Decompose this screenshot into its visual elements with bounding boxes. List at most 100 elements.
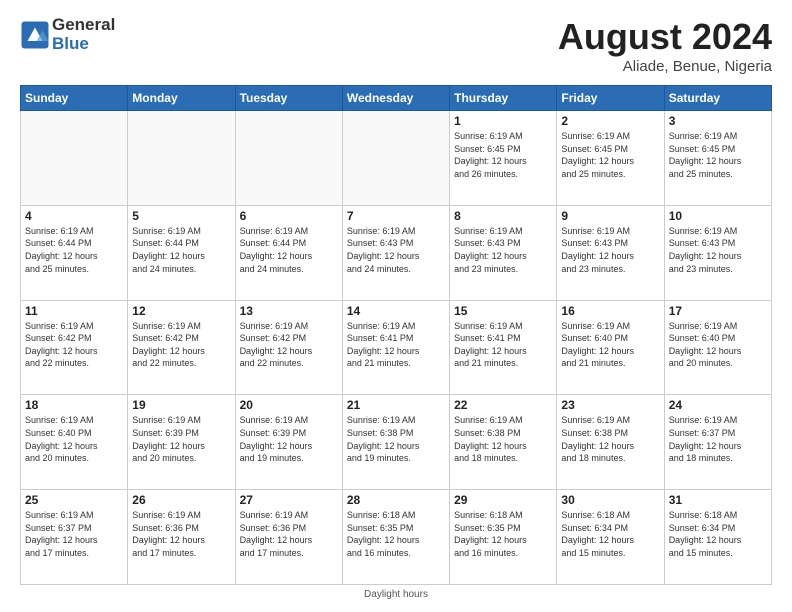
logo-line1: General bbox=[52, 16, 115, 35]
title-block: August 2024 Aliade, Benue, Nigeria bbox=[558, 16, 772, 75]
weekday-header: Saturday bbox=[664, 86, 771, 111]
day-number: 24 bbox=[669, 398, 767, 412]
weekday-header: Wednesday bbox=[342, 86, 449, 111]
day-number: 14 bbox=[347, 304, 445, 318]
calendar-cell: 3 Sunrise: 6:19 AM Sunset: 6:45 PM Daylig… bbox=[664, 111, 771, 206]
location: Aliade, Benue, Nigeria bbox=[558, 58, 772, 75]
calendar-cell: 7 Sunrise: 6:19 AM Sunset: 6:43 PM Daylig… bbox=[342, 205, 449, 300]
day-number: 16 bbox=[561, 304, 659, 318]
footer-note: Daylight hours bbox=[20, 589, 772, 600]
calendar-cell: 29 Sunrise: 6:18 AM Sunset: 6:35 PM Dayli… bbox=[450, 490, 557, 585]
header: General Blue August 2024 Aliade, Benue, … bbox=[20, 16, 772, 75]
day-info: Sunrise: 6:19 AM Sunset: 6:42 PM Dayligh… bbox=[240, 320, 338, 370]
day-info: Sunrise: 6:19 AM Sunset: 6:37 PM Dayligh… bbox=[669, 414, 767, 464]
day-info: Sunrise: 6:19 AM Sunset: 6:44 PM Dayligh… bbox=[240, 225, 338, 275]
calendar-cell: 18 Sunrise: 6:19 AM Sunset: 6:40 PM Dayli… bbox=[21, 395, 128, 490]
day-number: 1 bbox=[454, 114, 552, 128]
day-info: Sunrise: 6:18 AM Sunset: 6:35 PM Dayligh… bbox=[347, 509, 445, 559]
calendar-cell: 22 Sunrise: 6:19 AM Sunset: 6:38 PM Dayli… bbox=[450, 395, 557, 490]
day-info: Sunrise: 6:19 AM Sunset: 6:38 PM Dayligh… bbox=[561, 414, 659, 464]
day-number: 2 bbox=[561, 114, 659, 128]
day-number: 30 bbox=[561, 493, 659, 507]
day-info: Sunrise: 6:19 AM Sunset: 6:41 PM Dayligh… bbox=[347, 320, 445, 370]
day-number: 31 bbox=[669, 493, 767, 507]
day-info: Sunrise: 6:19 AM Sunset: 6:43 PM Dayligh… bbox=[669, 225, 767, 275]
weekday-header: Thursday bbox=[450, 86, 557, 111]
day-number: 4 bbox=[25, 209, 123, 223]
day-number: 17 bbox=[669, 304, 767, 318]
day-info: Sunrise: 6:19 AM Sunset: 6:37 PM Dayligh… bbox=[25, 509, 123, 559]
calendar-week-row: 18 Sunrise: 6:19 AM Sunset: 6:40 PM Dayli… bbox=[21, 395, 772, 490]
day-info: Sunrise: 6:19 AM Sunset: 6:39 PM Dayligh… bbox=[240, 414, 338, 464]
day-info: Sunrise: 6:18 AM Sunset: 6:35 PM Dayligh… bbox=[454, 509, 552, 559]
calendar-cell: 17 Sunrise: 6:19 AM Sunset: 6:40 PM Dayli… bbox=[664, 300, 771, 395]
day-info: Sunrise: 6:19 AM Sunset: 6:45 PM Dayligh… bbox=[561, 130, 659, 180]
calendar-cell: 5Sunrise: 6:19 AM Sunset: 6:44 PM Daylig… bbox=[128, 205, 235, 300]
day-number: 3 bbox=[669, 114, 767, 128]
calendar-cell: 1Sunrise: 6:19 AM Sunset: 6:45 PM Daylig… bbox=[450, 111, 557, 206]
weekday-header: Friday bbox=[557, 86, 664, 111]
calendar-cell: 19Sunrise: 6:19 AM Sunset: 6:39 PM Dayli… bbox=[128, 395, 235, 490]
calendar-cell bbox=[21, 111, 128, 206]
calendar-week-row: 25Sunrise: 6:19 AM Sunset: 6:37 PM Dayli… bbox=[21, 490, 772, 585]
weekday-header: Tuesday bbox=[235, 86, 342, 111]
calendar-cell: 25Sunrise: 6:19 AM Sunset: 6:37 PM Dayli… bbox=[21, 490, 128, 585]
calendar-cell: 24 Sunrise: 6:19 AM Sunset: 6:37 PM Dayli… bbox=[664, 395, 771, 490]
calendar-cell: 16 Sunrise: 6:19 AM Sunset: 6:40 PM Dayli… bbox=[557, 300, 664, 395]
calendar-header-row: SundayMondayTuesdayWednesdayThursdayFrid… bbox=[21, 86, 772, 111]
calendar-cell: 4 Sunrise: 6:19 AM Sunset: 6:44 PM Daylig… bbox=[21, 205, 128, 300]
calendar-week-row: 4 Sunrise: 6:19 AM Sunset: 6:44 PM Daylig… bbox=[21, 205, 772, 300]
day-info: Sunrise: 6:19 AM Sunset: 6:43 PM Dayligh… bbox=[347, 225, 445, 275]
day-info: Sunrise: 6:19 AM Sunset: 6:43 PM Dayligh… bbox=[454, 225, 552, 275]
logo-icon bbox=[20, 20, 50, 50]
weekday-header: Sunday bbox=[21, 86, 128, 111]
calendar-cell: 31Sunrise: 6:18 AM Sunset: 6:34 PM Dayli… bbox=[664, 490, 771, 585]
calendar-cell: 10 Sunrise: 6:19 AM Sunset: 6:43 PM Dayli… bbox=[664, 205, 771, 300]
calendar-cell bbox=[128, 111, 235, 206]
day-info: Sunrise: 6:19 AM Sunset: 6:36 PM Dayligh… bbox=[132, 509, 230, 559]
calendar-cell: 27 Sunrise: 6:19 AM Sunset: 6:36 PM Dayli… bbox=[235, 490, 342, 585]
day-number: 29 bbox=[454, 493, 552, 507]
calendar-cell: 9Sunrise: 6:19 AM Sunset: 6:43 PM Daylig… bbox=[557, 205, 664, 300]
day-info: Sunrise: 6:19 AM Sunset: 6:40 PM Dayligh… bbox=[669, 320, 767, 370]
calendar-cell: 28Sunrise: 6:18 AM Sunset: 6:35 PM Dayli… bbox=[342, 490, 449, 585]
calendar-cell: 21Sunrise: 6:19 AM Sunset: 6:38 PM Dayli… bbox=[342, 395, 449, 490]
calendar-cell: 13 Sunrise: 6:19 AM Sunset: 6:42 PM Dayli… bbox=[235, 300, 342, 395]
day-number: 13 bbox=[240, 304, 338, 318]
day-number: 27 bbox=[240, 493, 338, 507]
day-number: 8 bbox=[454, 209, 552, 223]
daylight-label: Daylight hours bbox=[364, 589, 428, 600]
logo: General Blue bbox=[20, 16, 115, 53]
calendar-cell bbox=[342, 111, 449, 206]
day-number: 15 bbox=[454, 304, 552, 318]
logo-line2: Blue bbox=[52, 35, 115, 54]
day-info: Sunrise: 6:19 AM Sunset: 6:36 PM Dayligh… bbox=[240, 509, 338, 559]
day-number: 18 bbox=[25, 398, 123, 412]
calendar-cell: 6 Sunrise: 6:19 AM Sunset: 6:44 PM Daylig… bbox=[235, 205, 342, 300]
calendar-week-row: 1 Sunrise: 6:19 AM Sunset: 6:45 PM Daylig… bbox=[21, 111, 772, 206]
day-number: 5 bbox=[132, 209, 230, 223]
day-info: Sunrise: 6:19 AM Sunset: 6:40 PM Dayligh… bbox=[561, 320, 659, 370]
day-number: 12 bbox=[132, 304, 230, 318]
day-number: 21 bbox=[347, 398, 445, 412]
day-info: Sunrise: 6:19 AM Sunset: 6:40 PM Dayligh… bbox=[25, 414, 123, 464]
day-info: Sunrise: 6:19 AM Sunset: 6:38 PM Dayligh… bbox=[454, 414, 552, 464]
day-info: Sunrise: 6:18 AM Sunset: 6:34 PM Dayligh… bbox=[561, 509, 659, 559]
month-title: August 2024 bbox=[558, 16, 772, 58]
page: General Blue August 2024 Aliade, Benue, … bbox=[0, 0, 792, 612]
calendar-cell: 26 Sunrise: 6:19 AM Sunset: 6:36 PM Dayli… bbox=[128, 490, 235, 585]
day-number: 23 bbox=[561, 398, 659, 412]
logo-text: General Blue bbox=[52, 16, 115, 53]
calendar-cell bbox=[235, 111, 342, 206]
calendar-cell: 8 Sunrise: 6:19 AM Sunset: 6:43 PM Daylig… bbox=[450, 205, 557, 300]
day-number: 20 bbox=[240, 398, 338, 412]
day-info: Sunrise: 6:19 AM Sunset: 6:44 PM Dayligh… bbox=[25, 225, 123, 275]
day-number: 11 bbox=[25, 304, 123, 318]
day-number: 10 bbox=[669, 209, 767, 223]
day-number: 7 bbox=[347, 209, 445, 223]
day-info: Sunrise: 6:19 AM Sunset: 6:43 PM Dayligh… bbox=[561, 225, 659, 275]
day-number: 22 bbox=[454, 398, 552, 412]
day-info: Sunrise: 6:19 AM Sunset: 6:45 PM Dayligh… bbox=[669, 130, 767, 180]
day-number: 6 bbox=[240, 209, 338, 223]
day-number: 26 bbox=[132, 493, 230, 507]
